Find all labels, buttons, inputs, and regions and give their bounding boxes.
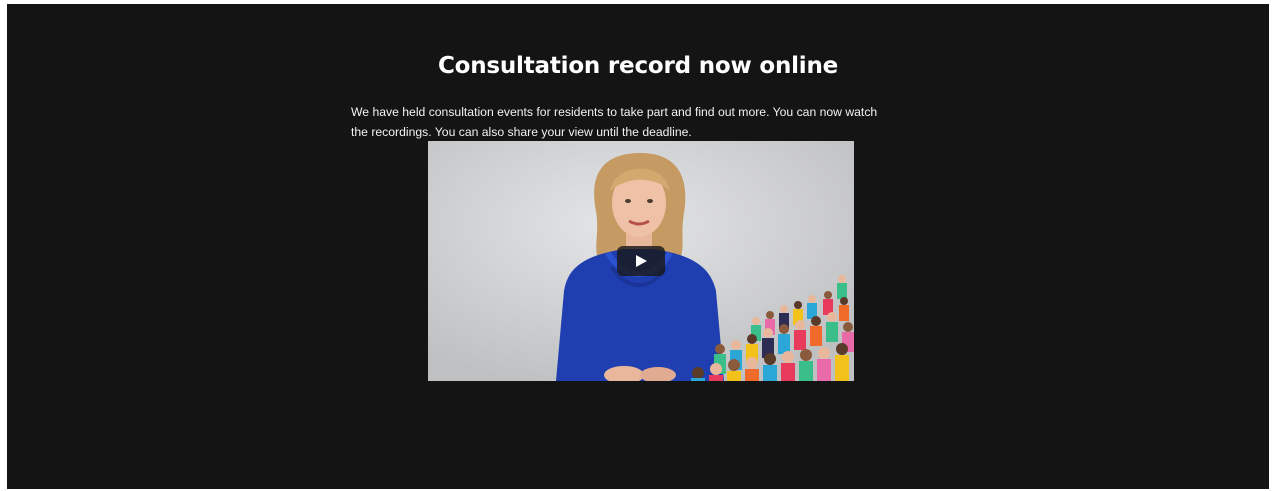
page-content: Consultation record now online We have h… — [7, 4, 1269, 489]
page-title: Consultation record now online — [437, 53, 839, 79]
play-icon — [636, 255, 647, 267]
play-button[interactable] — [617, 246, 665, 276]
video-player[interactable] — [428, 141, 854, 381]
intro-paragraph: We have held consultation events for res… — [351, 105, 878, 139]
